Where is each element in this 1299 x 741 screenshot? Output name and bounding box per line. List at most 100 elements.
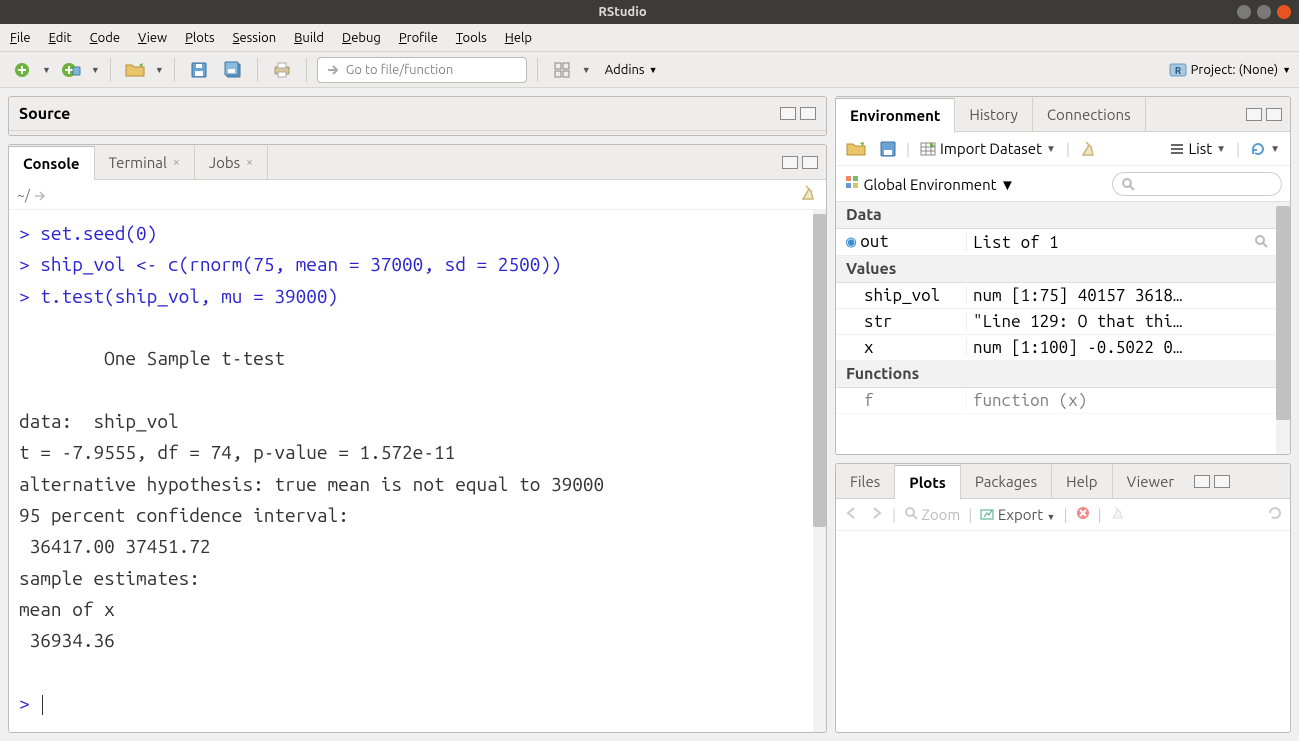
source-title: Source <box>19 105 70 123</box>
env-row-x[interactable]: x num [1:100] -0.5022 0… <box>836 335 1290 361</box>
close-button[interactable] <box>1277 5 1291 19</box>
env-values-header: Values <box>836 256 1290 283</box>
menu-plots[interactable]: Plots <box>185 31 215 45</box>
tab-jobs[interactable]: Jobs× <box>195 145 268 179</box>
clear-env-button[interactable] <box>1076 138 1102 160</box>
scope-selector[interactable]: Global Environment ▼ <box>844 174 1015 194</box>
plots-pane: Files Plots Packages Help Viewer | Zoom … <box>835 463 1291 733</box>
tab-history[interactable]: History <box>955 97 1033 131</box>
export-button[interactable]: Export ▼ <box>980 506 1055 523</box>
window-controls <box>1237 5 1291 19</box>
save-button[interactable] <box>185 56 213 84</box>
expand-icon[interactable]: ◉ <box>846 232 856 251</box>
source-pane: Source <box>8 96 827 136</box>
new-file-button[interactable] <box>8 56 36 84</box>
plot-back-button[interactable] <box>844 506 860 523</box>
tab-help[interactable]: Help <box>1052 464 1112 498</box>
env-row-shipvol[interactable]: ship_vol num [1:75] 40157 3618… <box>836 283 1290 309</box>
svg-text:R: R <box>1174 65 1181 76</box>
menu-build[interactable]: Build <box>294 31 324 45</box>
env-tabs: Environment History Connections <box>836 97 1290 132</box>
console-maximize-icon[interactable] <box>802 156 818 169</box>
menu-help[interactable]: Help <box>505 31 532 45</box>
project-menu[interactable]: R Project: (None) ▼ <box>1169 61 1291 79</box>
console-subtoolbar: ~/ <box>9 180 826 210</box>
tab-environment[interactable]: Environment <box>836 98 955 133</box>
env-maximize-icon[interactable] <box>1266 108 1282 121</box>
left-column: Source Console Terminal× Jobs× <box>0 88 831 741</box>
save-all-button[interactable] <box>219 56 247 84</box>
console-scrollbar[interactable] <box>813 210 826 732</box>
print-button[interactable] <box>268 56 296 84</box>
goto-placeholder: Go to file/function <box>346 63 453 77</box>
menu-code[interactable]: Code <box>90 31 120 45</box>
menu-tools[interactable]: Tools <box>456 31 487 45</box>
env-data-header: Data <box>836 202 1290 229</box>
addins-menu[interactable]: Addins ▼ <box>605 63 658 77</box>
menu-session[interactable]: Session <box>233 31 276 45</box>
tab-console[interactable]: Console <box>9 146 95 181</box>
titlebar: RStudio <box>0 0 1299 24</box>
env-row-out[interactable]: ◉out List of 1 <box>836 229 1290 256</box>
environment-pane: Environment History Connections | Import… <box>835 96 1291 455</box>
minimize-button[interactable] <box>1237 5 1251 19</box>
env-row-f[interactable]: f function (x) <box>836 388 1290 414</box>
source-header: Source <box>9 97 826 131</box>
plot-forward-button[interactable] <box>868 506 884 523</box>
env-search-input[interactable] <box>1112 172 1282 196</box>
remove-plot-button[interactable] <box>1076 506 1090 523</box>
inspect-icon[interactable] <box>1254 233 1268 252</box>
clear-plots-button[interactable] <box>1110 505 1126 524</box>
open-file-button[interactable] <box>121 56 149 84</box>
menu-file[interactable]: File <box>10 31 31 45</box>
working-dir[interactable]: ~/ <box>17 187 47 203</box>
env-scope-bar: Global Environment ▼ <box>836 166 1290 202</box>
tab-plots[interactable]: Plots <box>895 465 961 500</box>
load-workspace-button[interactable] <box>842 139 870 159</box>
menubar: File Edit Code View Plots Session Build … <box>0 24 1299 52</box>
plots-maximize-icon[interactable] <box>1214 475 1230 488</box>
menu-debug[interactable]: Debug <box>342 31 381 45</box>
grid-button[interactable] <box>548 56 576 84</box>
close-icon[interactable]: × <box>173 156 180 169</box>
list-view-button[interactable]: List ▼ <box>1166 138 1230 159</box>
zoom-button[interactable]: Zoom <box>904 506 960 523</box>
import-dataset-button[interactable]: Import Dataset ▼ <box>916 138 1060 159</box>
window-title: RStudio <box>8 5 1237 19</box>
env-row-str[interactable]: str "Line 129: O that thi… <box>836 309 1290 335</box>
goto-file-input[interactable]: Go to file/function <box>317 57 527 83</box>
tab-viewer[interactable]: Viewer <box>1113 464 1189 498</box>
menu-edit[interactable]: Edit <box>49 31 72 45</box>
clear-console-icon[interactable] <box>800 184 818 205</box>
new-project-button[interactable] <box>57 56 85 84</box>
tab-packages[interactable]: Packages <box>961 464 1052 498</box>
plots-minimize-icon[interactable] <box>1194 475 1210 488</box>
menu-view[interactable]: View <box>138 31 167 45</box>
close-icon[interactable]: × <box>246 156 253 169</box>
menu-profile[interactable]: Profile <box>399 31 438 45</box>
env-scrollbar[interactable] <box>1276 202 1290 454</box>
source-minimize-icon[interactable] <box>780 107 796 120</box>
env-table: Data ◉out List of 1 Values ship_vol num … <box>836 202 1290 454</box>
console-body[interactable]: > set.seed(0)> ship_vol <- c(rnorm(75, m… <box>9 210 826 732</box>
save-workspace-button[interactable] <box>876 139 900 159</box>
maximize-button[interactable] <box>1257 5 1271 19</box>
env-toolbar: | Import Dataset ▼ | List ▼ | ▼ <box>836 132 1290 166</box>
tab-files[interactable]: Files <box>836 464 895 498</box>
refresh-plot-button[interactable] <box>1268 506 1282 523</box>
search-icon <box>1121 177 1135 191</box>
plots-tabs: Files Plots Packages Help Viewer <box>836 464 1290 499</box>
env-minimize-icon[interactable] <box>1246 108 1262 121</box>
r-logo-icon: R <box>1169 61 1187 79</box>
tab-connections[interactable]: Connections <box>1033 97 1146 131</box>
env-functions-header: Functions <box>836 361 1290 388</box>
tab-terminal[interactable]: Terminal× <box>95 145 195 179</box>
plots-toolbar: | Zoom | Export ▼ | | <box>836 499 1290 531</box>
right-column: Environment History Connections | Import… <box>831 88 1299 741</box>
addins-label: Addins <box>605 63 645 77</box>
refresh-env-button[interactable]: ▼ <box>1246 139 1284 159</box>
plots-body <box>836 531 1290 732</box>
project-label: Project: (None) <box>1191 63 1278 77</box>
console-minimize-icon[interactable] <box>782 156 798 169</box>
source-maximize-icon[interactable] <box>800 107 816 120</box>
